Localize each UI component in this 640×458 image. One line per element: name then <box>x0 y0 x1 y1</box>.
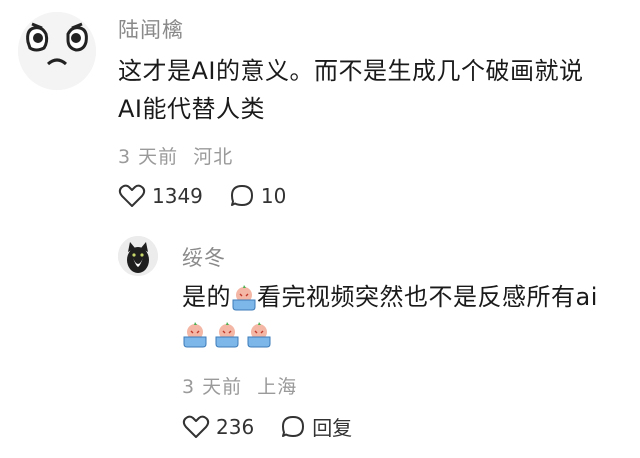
comment-line-2: AI能代替人类 <box>118 95 265 123</box>
reply-button[interactable]: 回复 <box>280 412 352 441</box>
crying-face-avatar-icon <box>18 12 96 90</box>
crying-bath-emoji-icon <box>247 322 271 348</box>
like-count: 1349 <box>152 184 203 208</box>
comment-actions: 1349 10 <box>118 183 286 209</box>
crying-bath-emoji-icon <box>232 285 256 311</box>
crying-bath-emoji-icon <box>183 322 207 348</box>
reply-label: 回复 <box>312 416 353 440</box>
reply-text: 是的 看完视频突然也不是反感所有ai <box>182 278 598 354</box>
reply-count-button[interactable]: 10 <box>229 183 286 209</box>
heart-icon <box>182 415 210 438</box>
reply-count: 10 <box>260 184 287 208</box>
reply-like-count: 236 <box>216 414 255 439</box>
crying-bath-emoji-icon <box>215 322 239 348</box>
cat-avatar-icon <box>118 236 158 276</box>
comment-time: 3 天前 <box>118 146 179 168</box>
reply-text-before: 是的 <box>182 283 231 311</box>
comment-icon <box>282 415 305 437</box>
like-button[interactable]: 1349 <box>118 183 203 209</box>
comment-meta: 3 天前 河北 <box>118 142 233 169</box>
reply-line-2 <box>182 316 598 354</box>
reply-meta: 3 天前 上海 <box>182 372 297 399</box>
comment-icon <box>230 185 253 206</box>
reply-line-1: 是的 看完视频突然也不是反感所有ai <box>182 278 598 316</box>
reply-location: 上海 <box>257 376 298 398</box>
reply-avatar[interactable] <box>118 236 158 276</box>
reply-time: 3 天前 <box>182 376 243 398</box>
reply-text-after: 看完视频突然也不是反感所有ai <box>257 283 598 311</box>
comment-location: 河北 <box>193 146 234 168</box>
reply-actions: 236 回复 <box>182 412 352 441</box>
comment-text: 这才是AI的意义。而不是生成几个破画就说 AI能代替人类 <box>118 52 584 128</box>
comment-line-1: 这才是AI的意义。而不是生成几个破画就说 <box>118 57 584 85</box>
comment-username[interactable]: 陆闻檎 <box>118 14 184 44</box>
reply-like-button[interactable]: 236 <box>182 414 254 440</box>
reply-username[interactable]: 绥冬 <box>182 242 226 272</box>
avatar[interactable] <box>18 12 96 90</box>
heart-icon <box>118 184 146 207</box>
